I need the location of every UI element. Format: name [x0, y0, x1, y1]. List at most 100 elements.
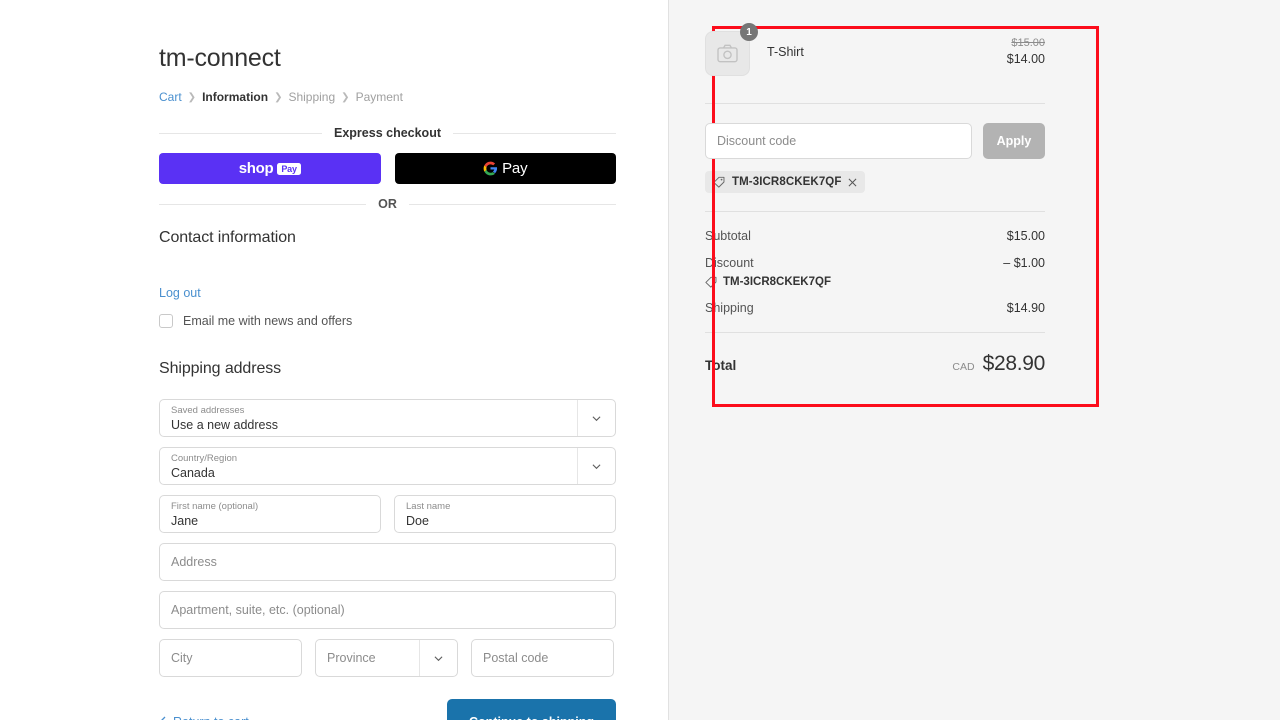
postal-code-placeholder: Postal code — [483, 651, 549, 665]
chevron-down-glyph — [592, 415, 601, 421]
discount-code-row: Discount code Apply — [705, 123, 1045, 159]
chevron-right-icon: ❯ — [341, 91, 350, 103]
chevron-down-glyph — [592, 463, 601, 469]
contact-information-heading: Contact information — [159, 229, 296, 246]
first-name-value: Jane — [171, 514, 199, 528]
subtotal-row: Subtotal $15.00 — [705, 229, 1045, 243]
product-price-original: $15.00 — [1011, 37, 1045, 49]
country-region-label: Country/Region — [171, 453, 238, 464]
discount-code-note: TM-3ICR8CKEK7QF — [705, 276, 1045, 288]
product-price-column: $15.00 $14.00 — [1007, 31, 1045, 66]
product-thumbnail-wrap: 1 — [705, 23, 758, 76]
address-input[interactable]: Address — [159, 543, 616, 581]
google-pay-logo: Pay — [483, 160, 528, 177]
tag-icon — [713, 176, 725, 188]
country-region-value: Canada — [171, 466, 215, 480]
line-item-row: 1 T-Shirt $15.00 $14.00 — [705, 23, 1045, 76]
saved-addresses-value: Use a new address — [171, 418, 279, 432]
discount-code-placeholder: Discount code — [717, 134, 797, 148]
log-out-link[interactable]: Log out — [159, 286, 616, 300]
product-price-current: $14.00 — [1006, 52, 1045, 66]
order-summary: 1 T-Shirt $15.00 $14.00 Discount code Ap… — [705, 23, 1099, 407]
express-checkout-label: Express checkout — [334, 126, 441, 140]
newsletter-checkbox-row[interactable]: Email me with news and offers — [159, 314, 616, 328]
grand-total-row: Total CAD $28.90 — [705, 352, 1045, 376]
grand-total-label: Total — [705, 358, 737, 373]
province-select[interactable]: Province — [315, 639, 458, 677]
shipping-address-heading: Shipping address — [159, 360, 282, 377]
city-input[interactable]: City — [159, 639, 302, 677]
form-column: tm-connect Cart ❯ Information ❯ Shipping… — [159, 44, 616, 720]
breadcrumb-item-cart[interactable]: Cart — [159, 90, 182, 104]
shop-pay-tag: Pay — [277, 162, 301, 175]
google-g-icon — [483, 161, 498, 176]
last-name-label: Last name — [406, 501, 451, 512]
grand-total-value: $28.90 — [982, 352, 1046, 375]
shipping-row: Shipping $14.90 — [705, 301, 1045, 315]
newsletter-checkbox[interactable] — [159, 314, 173, 328]
discount-code-note-text: TM-3ICR8CKEK7QF — [723, 276, 831, 288]
discount-value: – $1.00 — [1003, 256, 1045, 270]
shop-pay-wordmark: shop — [238, 160, 274, 177]
return-to-cart-label: Return to cart — [173, 715, 249, 720]
shipping-label: Shipping — [705, 301, 754, 315]
last-name-input[interactable]: Last name Doe — [394, 495, 616, 533]
shop-pay-logo: shop Pay — [239, 160, 301, 177]
order-summary-pane: 1 T-Shirt $15.00 $14.00 Discount code Ap… — [669, 0, 1280, 720]
subtotal-value: $15.00 — [1006, 229, 1045, 243]
breadcrumb: Cart ❯ Information ❯ Shipping ❯ Payment — [159, 90, 616, 104]
chevron-down-icon[interactable] — [577, 448, 615, 484]
applied-discount-code: TM-3ICR8CKEK7QF — [732, 176, 842, 188]
chevron-left-icon — [161, 716, 166, 720]
return-to-cart-link[interactable]: Return to cart — [159, 715, 249, 720]
remove-discount-icon[interactable] — [848, 178, 857, 187]
postal-code-input[interactable]: Postal code — [471, 639, 614, 677]
country-region-select[interactable]: Country/Region Canada — [159, 447, 616, 485]
google-pay-wordmark: Pay — [502, 160, 528, 177]
camera-icon — [717, 44, 738, 63]
apartment-input[interactable]: Apartment, suite, etc. (optional) — [159, 591, 616, 629]
first-name-label: First name (optional) — [171, 501, 259, 512]
saved-addresses-label: Saved addresses — [171, 405, 245, 416]
currency-code: CAD — [952, 361, 975, 373]
breadcrumb-item-shipping: Shipping — [288, 90, 336, 104]
subtotal-label: Subtotal — [705, 229, 751, 243]
checkout-page: tm-connect Cart ❯ Information ❯ Shipping… — [0, 0, 1280, 720]
chevron-right-icon: ❯ — [187, 91, 197, 103]
name-fields-row: First name (optional) Jane Last name Doe — [159, 495, 616, 533]
province-placeholder: Province — [327, 651, 376, 665]
breadcrumb-item-payment: Payment — [355, 90, 403, 104]
chevron-down-glyph — [434, 655, 443, 661]
shop-title: tm-connect — [159, 44, 281, 72]
saved-addresses-select[interactable]: Saved addresses Use a new address — [159, 399, 616, 437]
tag-icon — [705, 276, 717, 288]
city-placeholder: City — [171, 651, 193, 665]
express-checkout-heading: Express checkout — [159, 126, 616, 140]
discount-label: Discount — [705, 256, 754, 270]
google-pay-button[interactable]: Pay — [394, 153, 616, 184]
chevron-right-icon: ❯ — [274, 91, 283, 103]
first-name-input[interactable]: First name (optional) Jane — [159, 495, 381, 533]
quantity-badge: 1 — [740, 23, 758, 41]
breadcrumb-item-information[interactable]: Information — [202, 90, 268, 104]
address-placeholder: Address — [171, 555, 217, 569]
grand-total-amount: CAD $28.90 — [952, 352, 1045, 376]
close-icon — [849, 178, 857, 186]
apply-discount-button[interactable]: Apply — [983, 123, 1045, 159]
last-name-value: Doe — [406, 514, 429, 528]
applied-discount-chip: TM-3ICR8CKEK7QF — [705, 171, 866, 193]
checkout-form-pane: tm-connect Cart ❯ Information ❯ Shipping… — [0, 0, 669, 720]
express-checkout-buttons: shop Pay Pay — [159, 153, 616, 184]
shop-pay-button[interactable]: shop Pay — [159, 153, 381, 184]
city-province-postal-row: City Province Postal code — [159, 639, 616, 677]
or-divider: OR — [159, 197, 616, 211]
form-actions: Return to cart Continue to shipping — [159, 699, 616, 720]
product-name: T-Shirt — [767, 45, 804, 59]
shipping-value: $14.90 — [1006, 301, 1045, 315]
continue-to-shipping-button[interactable]: Continue to shipping — [447, 699, 616, 720]
discount-code-input[interactable]: Discount code — [705, 123, 972, 159]
or-label: OR — [378, 197, 397, 211]
chevron-down-icon[interactable] — [577, 400, 615, 436]
apartment-placeholder: Apartment, suite, etc. (optional) — [171, 603, 345, 617]
chevron-down-icon[interactable] — [419, 640, 457, 676]
